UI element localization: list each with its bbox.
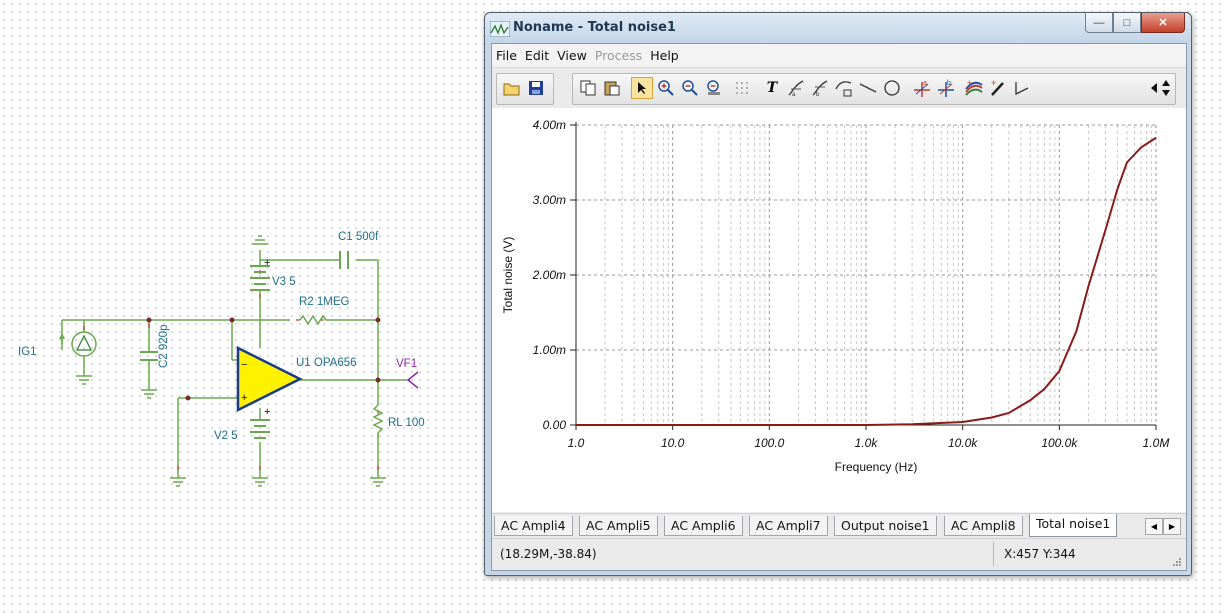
status-bar: (18.29M,-38.84) X:457 Y:344 — [492, 538, 1186, 570]
label-v3: V3 5 — [272, 276, 296, 288]
svg-text:a: a — [923, 80, 927, 87]
tab-ac-ampli7[interactable]: AC Ampli7 — [749, 516, 828, 536]
label-rl: RL 100 — [388, 417, 425, 429]
label-v2: V2 5 — [214, 430, 238, 442]
label-c1: C1 500f — [338, 231, 379, 243]
label-ig1: IG1 — [18, 346, 37, 358]
tab-ac-ampli4[interactable]: AC Ampli4 — [494, 516, 573, 536]
y-tick-label: 0.00 — [543, 418, 567, 432]
svg-text:+: + — [967, 78, 972, 88]
window-client: File Edit View Process Help T a b a b + … — [491, 43, 1187, 571]
toolbar-file-group — [496, 73, 554, 105]
x-axis-label: Frequency (Hz) — [835, 460, 918, 474]
battery-v3[interactable] — [250, 265, 270, 291]
app-icon — [490, 21, 510, 37]
x-tick-label: 100.0 — [754, 436, 784, 450]
svg-text:b: b — [816, 92, 820, 97]
grid-icon[interactable] — [731, 77, 753, 99]
text-icon[interactable]: T — [761, 77, 783, 99]
x-tick-label: 1.0 — [568, 436, 585, 450]
zoom-out-icon[interactable] — [679, 77, 701, 99]
label-minus-in: − — [241, 359, 247, 371]
current-source-ig1[interactable] — [59, 331, 97, 357]
toolbar-main-group: T a b a b + + — [572, 73, 1176, 105]
toolbar: T a b a b + + — [492, 67, 1186, 109]
curve-icon[interactable] — [833, 77, 855, 99]
tab-bar: AC Ampli4 AC Ampli5 AC Ampli6 AC Ampli7 … — [492, 513, 1186, 538]
y-tick-label: 2.00m — [532, 268, 566, 282]
label-plus-in: + — [241, 392, 247, 404]
capacitor-c1[interactable] — [339, 251, 349, 269]
grapher-window[interactable]: Noname - Total noise1 — □ ✕ File Edit Vi… — [484, 12, 1192, 576]
close-button[interactable]: ✕ — [1141, 13, 1185, 33]
maximize-button[interactable]: □ — [1113, 13, 1141, 33]
resize-grip-icon[interactable] — [1170, 555, 1182, 567]
label-plus-v3: + — [264, 257, 270, 269]
angle-icon[interactable] — [1011, 77, 1033, 99]
menu-process[interactable]: Process — [595, 48, 642, 63]
label-vf1: VF1 — [396, 358, 417, 370]
menu-view[interactable]: View — [557, 48, 587, 63]
line-icon[interactable] — [857, 77, 879, 99]
y-tick-label: 4.00m — [533, 118, 566, 132]
zoom-100-icon[interactable] — [703, 77, 725, 99]
battery-v2[interactable] — [250, 419, 270, 439]
menu-bar: File Edit View Process Help — [492, 44, 1186, 66]
y-tick-label: 1.00m — [533, 343, 566, 357]
tab-scroll-left-icon[interactable]: ◀ — [1145, 518, 1163, 535]
tab-ac-ampli8[interactable]: AC Ampli8 — [944, 516, 1023, 536]
status-divider — [993, 542, 994, 566]
svg-text:+: + — [991, 78, 996, 88]
cursor-b-icon[interactable]: b — [809, 77, 831, 99]
tab-output-noise1[interactable]: Output noise1 — [834, 516, 937, 536]
save-icon[interactable] — [525, 77, 547, 99]
paste-icon[interactable] — [601, 77, 623, 99]
status-coordinates: (18.29M,-38.84) — [500, 547, 597, 561]
x-tick-label: 1.0k — [855, 436, 879, 450]
pen-icon[interactable]: + — [987, 77, 1009, 99]
svg-text:a: a — [792, 92, 796, 97]
x-tick-label: 10.0k — [948, 436, 978, 450]
minimize-button[interactable]: — — [1085, 13, 1113, 33]
status-cursor-position: X:457 Y:344 — [1004, 547, 1076, 561]
circle-icon[interactable] — [881, 77, 903, 99]
zoom-in-icon[interactable] — [655, 77, 677, 99]
marker-b-icon[interactable]: b — [935, 77, 957, 99]
plot-area[interactable]: 1.0 10.0 100.0 1.0k 10.0k 100.0k 1.0M 0.00 1.00m… — [492, 108, 1186, 512]
label-plus-v2: + — [264, 406, 270, 418]
open-icon[interactable] — [501, 77, 523, 99]
pointer-icon[interactable] — [631, 77, 653, 99]
svg-text:b: b — [947, 80, 951, 87]
tab-ac-ampli5[interactable]: AC Ampli5 — [579, 516, 658, 536]
menu-edit[interactable]: Edit — [525, 48, 549, 63]
title-bar[interactable]: Noname - Total noise1 — □ ✕ — [485, 13, 1191, 43]
copy-icon[interactable] — [577, 77, 599, 99]
resistor-rl[interactable] — [372, 404, 384, 440]
window-title: Noname - Total noise1 — [513, 20, 676, 35]
label-c2: C2 920p — [158, 325, 170, 368]
label-r2: R2 1MEG — [299, 296, 350, 308]
tab-ac-ampli6[interactable]: AC Ampli6 — [664, 516, 743, 536]
x-tick-label: 10.0 — [661, 436, 685, 450]
scroll-updown-icon[interactable] — [1159, 77, 1173, 99]
resistor-r2[interactable] — [299, 314, 330, 326]
menu-help[interactable]: Help — [650, 48, 679, 63]
y-axis-label: Total noise (V) — [501, 237, 515, 314]
tab-scroll-right-icon[interactable]: ▶ — [1163, 518, 1181, 535]
color-icon[interactable]: + — [963, 77, 985, 99]
label-u1: U1 OPA656 — [296, 357, 357, 369]
x-tick-label: 1.0M — [1143, 436, 1170, 450]
capacitor-c2[interactable] — [140, 351, 158, 361]
chart[interactable]: 1.0 10.0 100.0 1.0k 10.0k 100.0k 1.0M 0.00 1.00m… — [492, 108, 1186, 512]
y-tick-label: 3.00m — [533, 193, 566, 207]
tab-total-noise1[interactable]: Total noise1 — [1029, 514, 1118, 537]
x-tick-label: 100.0k — [1041, 436, 1078, 450]
schematic: IG1 C2 920p V3 5 C1 500f R2 1MEG U1 OPA6… — [18, 231, 425, 487]
menu-file[interactable]: File — [496, 48, 517, 63]
marker-a-icon[interactable]: a — [911, 77, 933, 99]
cursor-a-icon[interactable]: a — [785, 77, 807, 99]
